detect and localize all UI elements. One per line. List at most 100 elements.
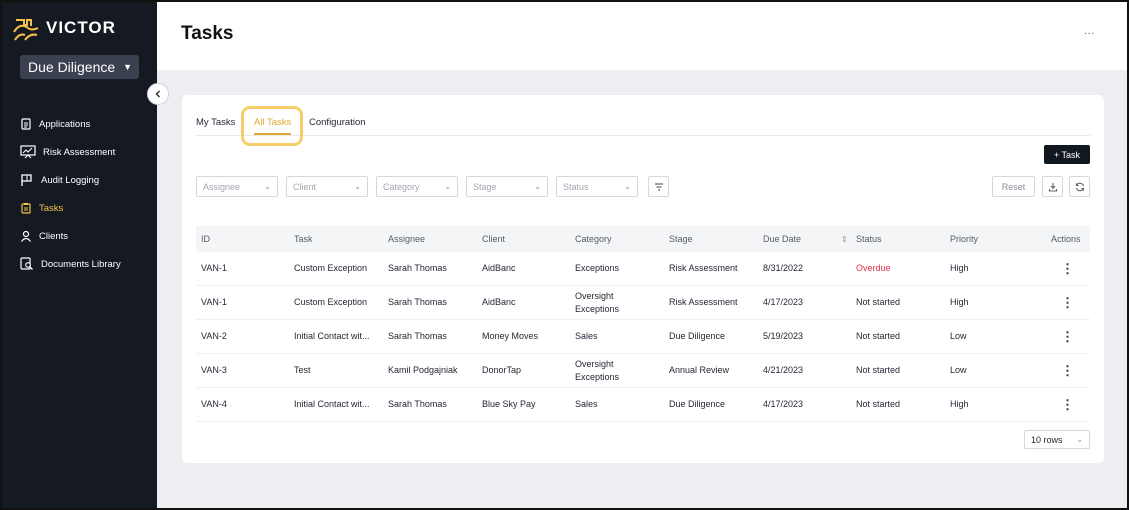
table-row[interactable]: VAN-2 Initial Contact wit... Sarah Thoma… <box>196 320 1090 354</box>
table-row[interactable]: VAN-1 Custom Exception Sarah Thomas AidB… <box>196 286 1090 320</box>
column-header-category[interactable]: Category <box>575 226 612 252</box>
cell-id: VAN-1 <box>201 263 227 273</box>
cell-priority: High <box>950 297 969 307</box>
download-icon <box>1048 182 1057 192</box>
flag-icon <box>21 173 32 186</box>
row-actions-kebab-icon[interactable]: ⋮ <box>1061 320 1074 353</box>
sort-icon[interactable]: ⇕ <box>841 226 848 252</box>
chevron-left-icon <box>155 90 160 98</box>
cell-task: Initial Contact wit... <box>294 399 370 409</box>
tab-configuration[interactable]: Configuration <box>309 117 366 128</box>
cell-due-date: 4/21/2023 <box>763 365 804 375</box>
add-task-button[interactable]: + Task <box>1044 145 1090 164</box>
row-actions-kebab-icon[interactable]: ⋮ <box>1061 354 1074 387</box>
cell-id: VAN-4 <box>201 399 227 409</box>
tab-bar: My Tasks All Tasks Configuration <box>196 106 1090 146</box>
category-filter-label: Category <box>383 181 420 192</box>
more-options-icon[interactable]: ... <box>1084 26 1095 37</box>
chevron-down-icon: ⌄ <box>444 182 451 191</box>
cell-category: Oversight Exceptions <box>575 290 620 314</box>
chart-board-icon <box>20 145 36 159</box>
column-header-priority[interactable]: Priority <box>950 226 978 252</box>
cell-assignee: Sarah Thomas <box>388 399 447 409</box>
filter-button[interactable] <box>648 176 669 197</box>
filter-icon <box>654 182 663 191</box>
sidebar-item-risk-assessment[interactable]: Risk Assessment <box>20 138 121 166</box>
row-actions-kebab-icon[interactable]: ⋮ <box>1061 286 1074 319</box>
table-row[interactable]: VAN-4 Initial Contact wit... Sarah Thoma… <box>196 388 1090 422</box>
table-row[interactable]: VAN-3 Test Kamil Podgajniak DonorTap Ove… <box>196 354 1090 388</box>
page-header: Tasks ... <box>157 2 1127 70</box>
cell-status: Not started <box>856 331 901 341</box>
cell-category: Oversight Exceptions <box>575 358 620 382</box>
cell-due-date: 4/17/2023 <box>763 399 804 409</box>
sidebar-item-label: Tasks <box>39 202 64 214</box>
tab-my-tasks[interactable]: My Tasks <box>196 117 235 128</box>
cell-priority: High <box>950 263 969 273</box>
sidebar: VICTOR Due Diligence ▼ Applications Risk… <box>2 2 157 508</box>
row-actions-kebab-icon[interactable]: ⋮ <box>1061 388 1074 421</box>
table-row[interactable]: VAN-1 Custom Exception Sarah Thomas AidB… <box>196 252 1090 286</box>
sidebar-item-tasks[interactable]: Tasks <box>20 194 121 222</box>
stage-filter[interactable]: Stage ⌄ <box>466 176 548 197</box>
sidebar-item-label: Applications <box>39 118 91 130</box>
chevron-down-icon: ⌄ <box>1076 435 1083 444</box>
cell-id: VAN-3 <box>201 365 227 375</box>
cell-stage: Due Diligence <box>669 331 726 341</box>
user-icon <box>21 230 31 242</box>
cell-category: Exceptions <box>575 263 620 273</box>
column-header-stage[interactable]: Stage <box>669 226 693 252</box>
assignee-filter[interactable]: Assignee ⌄ <box>196 176 278 197</box>
sidebar-nav: Applications Risk Assessment Audit Loggi… <box>20 110 121 278</box>
cell-due-date: 8/31/2022 <box>763 263 804 273</box>
cell-task: Test <box>294 365 311 375</box>
sidebar-item-audit-logging[interactable]: Audit Logging <box>20 166 121 194</box>
column-header-assignee[interactable]: Assignee <box>388 226 425 252</box>
chevron-down-icon: ⌄ <box>354 182 361 191</box>
module-selector[interactable]: Due Diligence ▼ <box>20 55 139 79</box>
cell-assignee: Sarah Thomas <box>388 263 447 273</box>
cell-status: Not started <box>856 297 901 307</box>
cell-stage: Annual Review <box>669 365 730 375</box>
cell-client: Money Moves <box>482 331 539 341</box>
status-filter[interactable]: Status ⌄ <box>556 176 638 197</box>
refresh-button[interactable] <box>1069 176 1090 197</box>
reset-button[interactable]: Reset <box>992 176 1035 197</box>
sidebar-item-applications[interactable]: Applications <box>20 110 121 138</box>
download-button[interactable] <box>1042 176 1063 197</box>
category-filter[interactable]: Category ⌄ <box>376 176 458 197</box>
cell-status: Not started <box>856 365 901 375</box>
client-filter[interactable]: Client ⌄ <box>286 176 368 197</box>
chevron-down-icon: ⌄ <box>534 182 541 191</box>
logo-text: VICTOR <box>46 18 116 37</box>
page-title: Tasks <box>181 23 234 44</box>
table-header: ID Task Assignee Client Category Stage D… <box>196 226 1090 252</box>
cell-client: Blue Sky Pay <box>482 399 536 409</box>
cell-due-date: 4/17/2023 <box>763 297 804 307</box>
sidebar-item-clients[interactable]: Clients <box>20 222 121 250</box>
column-header-task[interactable]: Task <box>294 226 313 252</box>
row-actions-kebab-icon[interactable]: ⋮ <box>1061 252 1074 285</box>
rows-per-page-label: 10 rows <box>1031 434 1063 445</box>
cell-stage: Due Diligence <box>669 399 726 409</box>
rows-per-page-select[interactable]: 10 rows ⌄ <box>1024 430 1090 449</box>
sidebar-item-label: Clients <box>39 230 69 242</box>
column-header-client[interactable]: Client <box>482 226 505 252</box>
refresh-icon <box>1075 182 1084 191</box>
cell-priority: Low <box>950 365 967 375</box>
cell-task: Custom Exception <box>294 263 368 273</box>
column-header-due-date[interactable]: Due Date <box>763 226 801 252</box>
cell-priority: Low <box>950 331 967 341</box>
column-header-id[interactable]: ID <box>201 226 210 252</box>
cell-stage: Risk Assessment <box>669 263 738 273</box>
logo[interactable]: VICTOR <box>12 14 116 42</box>
cell-due-date: 5/19/2023 <box>763 331 804 341</box>
sidebar-item-documents-library[interactable]: Documents Library <box>20 250 121 278</box>
collapse-sidebar-button[interactable] <box>147 83 169 105</box>
cell-client: AidBanc <box>482 263 516 273</box>
tasks-card: My Tasks All Tasks Configuration + Task … <box>182 95 1104 463</box>
app-frame: VICTOR Due Diligence ▼ Applications Risk… <box>0 0 1129 510</box>
cell-assignee: Sarah Thomas <box>388 331 447 341</box>
main-content: Tasks ... My Tasks All Tasks Configurati… <box>157 2 1127 508</box>
column-header-status[interactable]: Status <box>856 226 882 252</box>
